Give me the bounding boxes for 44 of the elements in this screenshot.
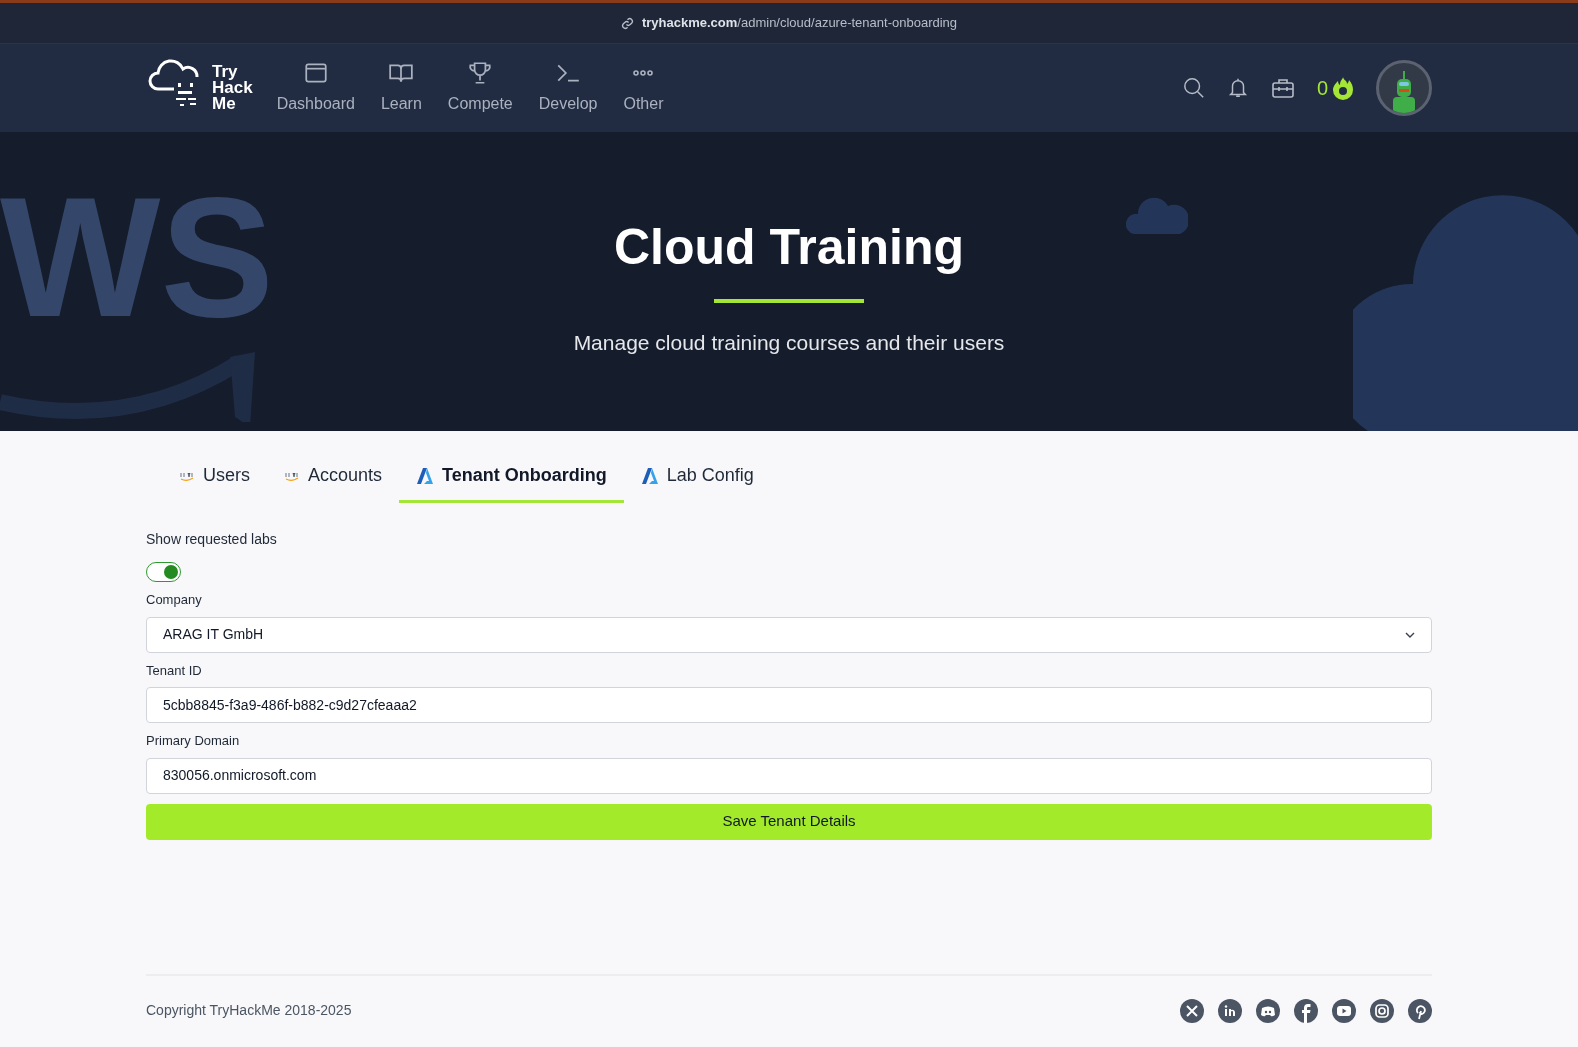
input-field[interactable]: 830056.onmicrosoft.com bbox=[146, 757, 1432, 794]
tab[interactable]: Lab Config bbox=[623, 451, 771, 503]
field-label: Primary Domain bbox=[146, 732, 241, 750]
toggle-switch[interactable] bbox=[146, 562, 181, 582]
azure-logo-icon bbox=[640, 466, 659, 485]
page-title: Cloud Training bbox=[614, 218, 964, 277]
nav-item[interactable]: Compete bbox=[447, 60, 513, 116]
logo-text: Me bbox=[212, 96, 237, 112]
field-label: Tenant ID bbox=[146, 661, 203, 680]
discord-icon[interactable] bbox=[1256, 998, 1280, 1023]
tab[interactable]: Tenant Onboarding bbox=[399, 451, 624, 503]
logo-text: Hack bbox=[212, 80, 253, 96]
linkedin-icon[interactable] bbox=[1218, 998, 1242, 1023]
instagram-icon[interactable] bbox=[1370, 998, 1394, 1023]
tab[interactable]: Accounts bbox=[267, 451, 400, 503]
avatar[interactable] bbox=[1376, 60, 1432, 116]
toolbox-icon[interactable] bbox=[1270, 77, 1295, 99]
input-field[interactable]: 5cbb8845-f3a9-486f-b882-c9d27cfeaaa2 bbox=[146, 687, 1432, 723]
save-button[interactable]: Save Tenant Details bbox=[146, 803, 1432, 840]
toggle-label: Show requested labs bbox=[146, 530, 278, 549]
company-dropdown[interactable]: ARAG IT GmbH bbox=[146, 616, 1432, 653]
pinterest-icon[interactable] bbox=[1408, 998, 1432, 1023]
chevron-down-icon bbox=[1405, 631, 1415, 638]
search-icon[interactable] bbox=[1182, 77, 1205, 99]
background-lettering: WS bbox=[0, 172, 274, 342]
window-icon bbox=[302, 60, 329, 86]
trophy-icon bbox=[467, 60, 494, 86]
link-icon bbox=[620, 16, 634, 30]
nav-item[interactable]: Dashboard bbox=[276, 60, 355, 116]
field-label: Company bbox=[146, 591, 203, 609]
page-subtitle: Manage cloud training courses and their users bbox=[573, 330, 1005, 356]
youtube-icon[interactable] bbox=[1332, 998, 1356, 1023]
flame-icon bbox=[1332, 76, 1354, 100]
azure-logo-icon bbox=[416, 466, 435, 485]
tab[interactable]: Users bbox=[162, 451, 267, 503]
x-icon[interactable] bbox=[1180, 998, 1204, 1023]
nav-item[interactable]: Other bbox=[623, 60, 664, 116]
logo-text: Try bbox=[212, 64, 239, 80]
nav-item[interactable]: Develop bbox=[538, 60, 598, 116]
facebook-icon[interactable] bbox=[1294, 998, 1318, 1023]
url-text[interactable]: tryhackme.com/admin/cloud/azure-tenant-onboarding bbox=[641, 13, 958, 33]
copyright-text: Copyright TryHackMe 2018-2025 bbox=[146, 1001, 352, 1020]
streak-count: 0 bbox=[1316, 76, 1328, 101]
nav-item[interactable]: Learn bbox=[380, 60, 422, 116]
